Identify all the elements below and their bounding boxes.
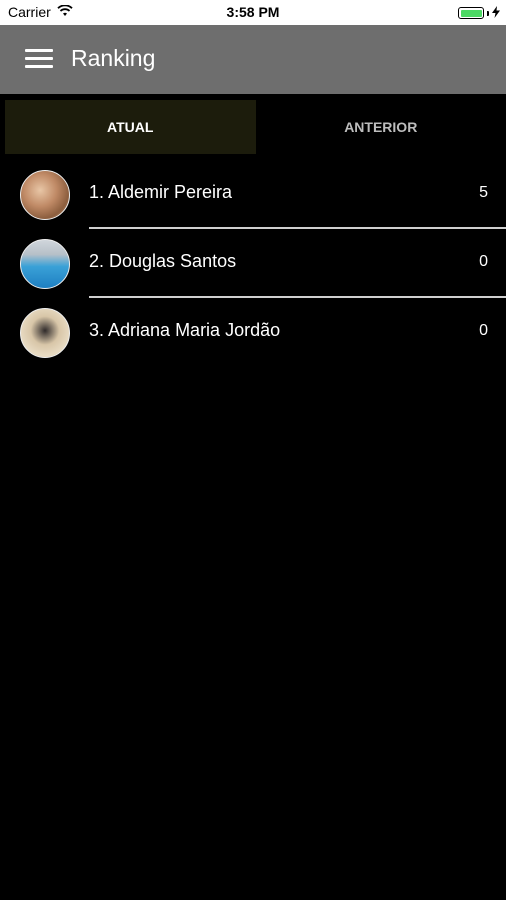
avatar: [20, 239, 70, 289]
tab-bar: ATUAL ANTERIOR: [5, 100, 506, 154]
player-score: 5: [479, 184, 488, 201]
charging-bolt-icon: [492, 5, 500, 21]
ranking-list: 1. Aldemir Pereira 5 2. Douglas Santos 0…: [0, 160, 506, 367]
hamburger-menu-icon[interactable]: [25, 49, 53, 69]
avatar: [20, 308, 70, 358]
avatar: [20, 170, 70, 220]
status-right: [458, 5, 500, 21]
player-score: 0: [479, 322, 488, 339]
tab-anterior[interactable]: ANTERIOR: [255, 100, 506, 154]
tab-atual[interactable]: ATUAL: [5, 100, 256, 154]
battery-tip: [487, 10, 489, 16]
page-title: Ranking: [71, 45, 156, 71]
list-item[interactable]: 3. Adriana Maria Jordão 0: [0, 298, 506, 367]
status-bar: Carrier 3:58 PM: [0, 0, 506, 25]
status-time: 3:58 PM: [226, 4, 280, 20]
app-bar: Ranking: [0, 25, 506, 94]
player-name: 1. Aldemir Pereira: [89, 182, 233, 202]
player-score: 0: [479, 253, 488, 270]
list-item[interactable]: 2. Douglas Santos 0: [0, 229, 506, 298]
battery-icon: [458, 7, 484, 19]
player-name: 3. Adriana Maria Jordão: [89, 320, 281, 340]
list-item[interactable]: 1. Aldemir Pereira 5: [0, 160, 506, 229]
player-name: 2. Douglas Santos: [89, 251, 237, 271]
